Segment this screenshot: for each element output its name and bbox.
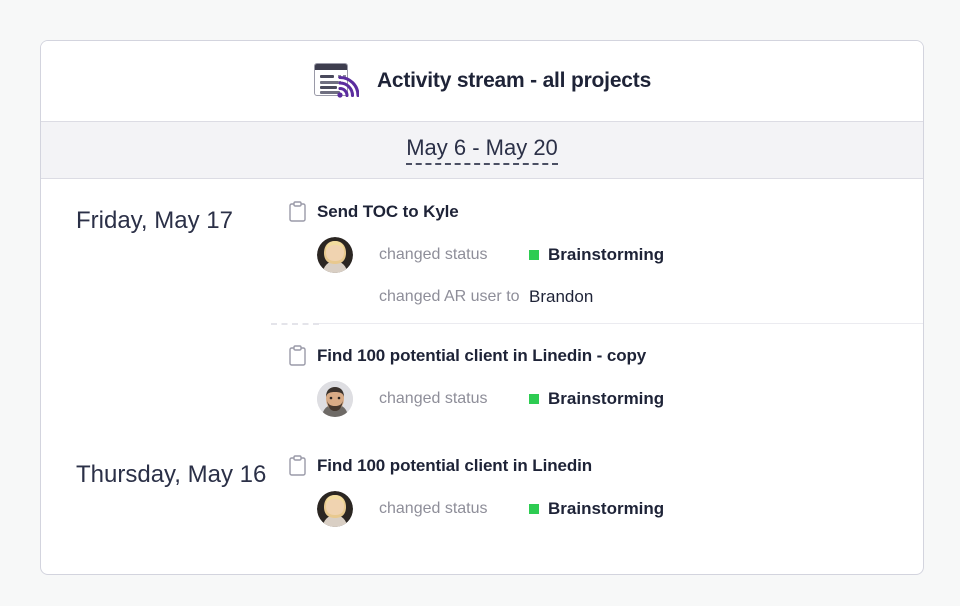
- day-label: Friday, May 17: [76, 207, 233, 234]
- activity-event: changed status Brainstorming: [289, 381, 923, 417]
- activity-entry[interactable]: Find 100 potential client in Linedin cha…: [289, 433, 923, 543]
- broadcast-waves-icon: [335, 74, 360, 100]
- avatar[interactable]: [317, 237, 353, 273]
- activity-event: changed status Brainstorming: [289, 237, 923, 273]
- entry-title-row[interactable]: Find 100 potential client in Linedin: [289, 455, 923, 476]
- event-value: Brainstorming: [529, 499, 664, 519]
- event-value: Brainstorming: [529, 245, 664, 265]
- event-value: Brainstorming: [529, 389, 664, 409]
- event-action: changed status: [379, 246, 488, 263]
- activity-list[interactable]: Friday, May 17 Send TOC to Kyle changed …: [41, 179, 923, 574]
- activity-stream-card: Activity stream - all projects May 6 - M…: [40, 40, 924, 575]
- day-entries: Find 100 potential client in Linedin cha…: [289, 433, 923, 543]
- day-entries: Send TOC to Kyle changed status Brainsto…: [271, 179, 923, 433]
- status-square-icon: [529, 394, 539, 404]
- status-label: Brainstorming: [548, 499, 665, 518]
- page-title: Activity stream - all projects: [376, 69, 652, 92]
- avatar[interactable]: [317, 381, 353, 417]
- activity-entry[interactable]: Find 100 potential client in Linedin - c…: [271, 323, 923, 433]
- entry-title-row[interactable]: Send TOC to Kyle: [289, 201, 923, 222]
- entry-title[interactable]: Find 100 potential client in Linedin: [317, 456, 592, 476]
- day-group: Friday, May 17 Send TOC to Kyle changed …: [41, 179, 923, 433]
- assignee-label: Brandon: [529, 287, 594, 306]
- status-square-icon: [529, 250, 539, 260]
- page-root: Activity stream - all projects May 6 - M…: [0, 0, 960, 606]
- status-label: Brainstorming: [548, 245, 665, 264]
- document-titlebar: [314, 64, 347, 70]
- entry-title[interactable]: Find 100 potential client in Linedin - c…: [317, 346, 646, 366]
- status-label: Brainstorming: [548, 389, 665, 408]
- clipboard-icon: [289, 345, 306, 366]
- card-header: Activity stream - all projects: [41, 41, 923, 121]
- clipboard-icon: [289, 201, 306, 222]
- entry-title-row[interactable]: Find 100 potential client in Linedin - c…: [289, 345, 923, 366]
- entry-title[interactable]: Send TOC to Kyle: [317, 202, 459, 222]
- avatar[interactable]: [317, 491, 353, 527]
- day-group: Thursday, May 16 Find 100 potential clie…: [41, 433, 923, 543]
- activity-entry[interactable]: Send TOC to Kyle changed status Brainsto…: [289, 179, 923, 323]
- document-line: [319, 75, 334, 78]
- event-action: changed AR user to: [379, 288, 520, 305]
- activity-stream-icon: [313, 60, 360, 102]
- activity-event: changed AR user to Brandon: [289, 287, 923, 307]
- event-action: changed status: [379, 500, 488, 517]
- day-label: Thursday, May 16: [76, 461, 267, 488]
- date-range-bar: May 6 - May 20: [41, 121, 923, 179]
- status-square-icon: [529, 504, 539, 514]
- event-value: Brandon: [529, 287, 593, 307]
- activity-event: changed status Brainstorming: [289, 491, 923, 527]
- clipboard-icon: [289, 455, 306, 476]
- event-action: changed status: [379, 390, 488, 407]
- date-range-selector[interactable]: May 6 - May 20: [406, 135, 558, 165]
